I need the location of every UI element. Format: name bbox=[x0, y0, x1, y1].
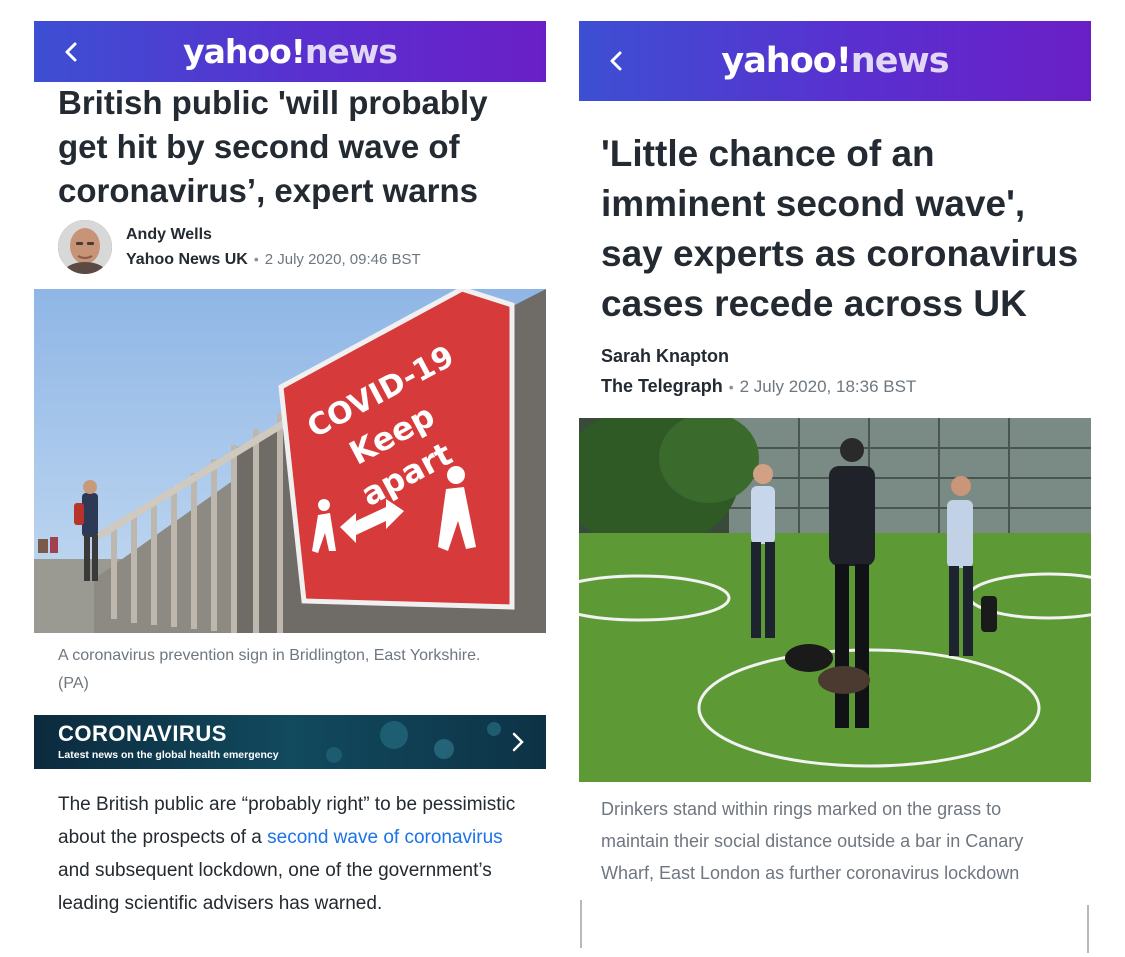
source-line: Yahoo News UK • 2 July 2020, 09:46 BST bbox=[126, 251, 421, 269]
source-name[interactable]: The Telegraph bbox=[601, 376, 723, 396]
author-name[interactable]: Andy Wells bbox=[126, 226, 212, 244]
caption-line: Wharf, East London as further coronaviru… bbox=[601, 863, 1020, 883]
caption-line: maintain their social distance outside a… bbox=[601, 831, 1024, 851]
separator-dot: • bbox=[728, 379, 734, 395]
logo-yahoo: yahoo! bbox=[721, 41, 851, 81]
source-name[interactable]: Yahoo News UK bbox=[126, 251, 248, 268]
article-photo[interactable] bbox=[579, 418, 1091, 782]
publish-date: 2 July 2020, 18:36 BST bbox=[739, 377, 917, 396]
back-button[interactable] bbox=[60, 41, 82, 63]
top-bar: yahoo!news bbox=[34, 21, 546, 82]
headline-line: cases recede across UK bbox=[601, 283, 1027, 324]
separator-dot: • bbox=[253, 251, 259, 267]
back-chevron-icon bbox=[65, 42, 77, 61]
banner-subtitle: Latest news on the global health emergen… bbox=[58, 749, 279, 761]
article-body: The British public are “probably right” … bbox=[58, 788, 528, 920]
coronavirus-banner[interactable]: CORONAVIRUS Latest news on the global he… bbox=[34, 715, 546, 769]
chevron-right-icon bbox=[512, 732, 524, 752]
headline-line: 'Little chance of an bbox=[601, 133, 935, 174]
yahoo-news-logo[interactable]: yahoo!news bbox=[183, 32, 398, 71]
article-photo[interactable]: COVID-19 Keep apart bbox=[34, 289, 546, 633]
author-name[interactable]: Sarah Knapton bbox=[601, 346, 729, 367]
body-text-end: and subsequent lockdown, one of the gove… bbox=[58, 860, 492, 914]
article-left: yahoo!news British public 'will probably… bbox=[34, 21, 546, 957]
top-bar: yahoo!news bbox=[579, 21, 1091, 101]
article-headline: British public 'will probably get hit by… bbox=[58, 84, 488, 209]
photo-caption: A coronavirus prevention sign in Bridlin… bbox=[58, 647, 481, 692]
article-right: yahoo!news 'Little chance of an imminent… bbox=[579, 21, 1091, 957]
logo-yahoo: yahoo! bbox=[183, 32, 306, 71]
scroll-indicator bbox=[1087, 905, 1089, 953]
yahoo-news-logo[interactable]: yahoo!news bbox=[721, 41, 950, 81]
second-wave-link[interactable]: second wave of coronavirus bbox=[267, 827, 503, 848]
publish-date: 2 July 2020, 09:46 BST bbox=[264, 251, 421, 268]
back-chevron-icon bbox=[610, 51, 622, 71]
back-button[interactable] bbox=[605, 50, 627, 72]
headline-line: imminent second wave', bbox=[601, 183, 1026, 224]
photo-caption: Drinkers stand within rings marked on th… bbox=[601, 793, 1091, 889]
caption-line: Drinkers stand within rings marked on th… bbox=[601, 799, 1002, 819]
logo-news: news bbox=[850, 41, 950, 81]
scroll-indicator bbox=[580, 900, 582, 948]
logo-news: news bbox=[304, 32, 398, 71]
article-headline: 'Little chance of an imminent second wav… bbox=[601, 129, 1091, 329]
headline-line: say experts as coronavirus bbox=[601, 233, 1079, 274]
author-avatar[interactable] bbox=[58, 220, 112, 274]
banner-title: CORONAVIRUS bbox=[58, 721, 227, 746]
source-line: The Telegraph • 2 July 2020, 18:36 BST bbox=[601, 376, 916, 397]
